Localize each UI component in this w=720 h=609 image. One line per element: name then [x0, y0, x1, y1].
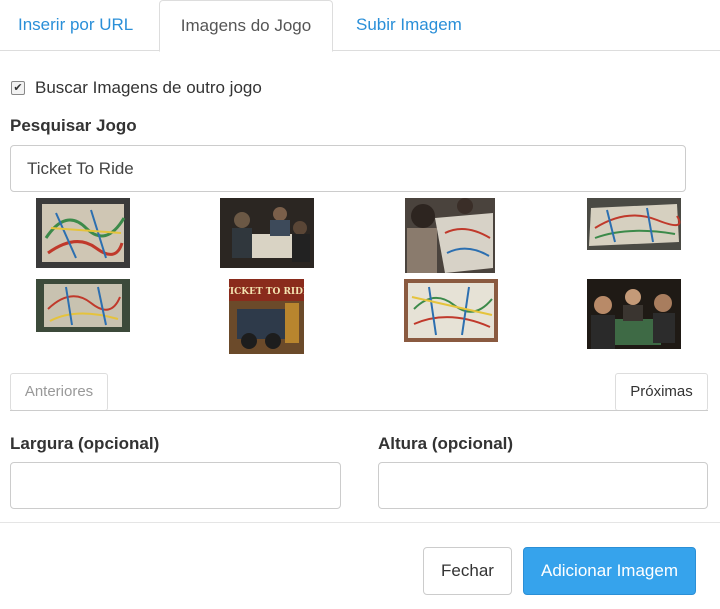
tab-insert-url[interactable]: Inserir por URL: [18, 0, 133, 51]
add-image-button[interactable]: Adicionar Imagem: [523, 547, 696, 595]
game-board-photo-icon: [36, 279, 130, 332]
search-game-label: Pesquisar Jogo: [10, 116, 137, 135]
other-game-label: Buscar Imagens de outro jogo: [35, 78, 262, 97]
game-image-thumbnail[interactable]: [587, 198, 681, 250]
tab-game-images[interactable]: Imagens do Jogo: [159, 0, 333, 52]
search-game-input[interactable]: Ticket To Ride: [10, 145, 686, 192]
game-image-thumbnail[interactable]: [405, 198, 495, 273]
height-label: Altura (opcional): [378, 434, 514, 453]
people-playing-photo-icon: [220, 198, 314, 268]
game-image-thumbnail[interactable]: [36, 279, 130, 332]
width-label: Largura (opcional): [10, 434, 160, 453]
game-image-thumbnail[interactable]: [36, 198, 130, 268]
next-page-button[interactable]: Próximas: [615, 373, 708, 411]
previous-page-button[interactable]: Anteriores: [10, 373, 108, 411]
other-game-option[interactable]: ✔ Buscar Imagens de outro jogo: [11, 78, 262, 98]
footer-divider: [0, 522, 720, 523]
game-board-photo-icon: [404, 279, 498, 342]
game-image-thumbnail[interactable]: [220, 198, 314, 268]
checkmark-icon: ✔: [13, 81, 23, 94]
tab-bar: Inserir por URL Imagens do Jogo Subir Im…: [0, 0, 720, 52]
other-game-checkbox[interactable]: ✔: [11, 81, 25, 95]
game-board-photo-icon: [587, 198, 681, 250]
divider: [10, 410, 708, 411]
game-image-thumbnail[interactable]: TICKET TO RIDE: [229, 279, 304, 354]
game-image-thumbnail[interactable]: [404, 279, 498, 342]
ticket-to-ride-box-cover-icon: TICKET TO RIDE: [229, 279, 304, 354]
game-image-thumbnail[interactable]: [587, 279, 681, 349]
height-input[interactable]: [378, 462, 708, 509]
close-button[interactable]: Fechar: [423, 547, 512, 595]
box-title: TICKET TO RIDE: [229, 287, 304, 297]
people-playing-photo-icon: [405, 198, 495, 273]
people-playing-photo-icon: [587, 279, 681, 349]
width-input[interactable]: [10, 462, 341, 509]
tab-upload-image[interactable]: Subir Imagem: [356, 0, 462, 51]
game-board-photo-icon: [36, 198, 130, 268]
